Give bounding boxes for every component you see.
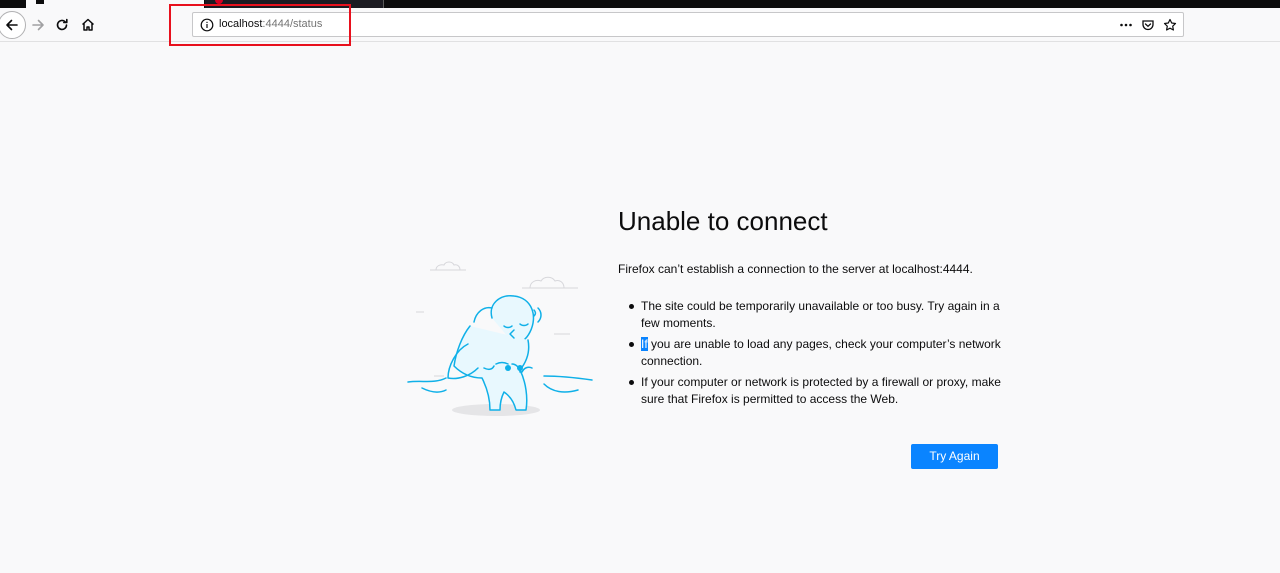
arrow-left-icon (6, 19, 18, 31)
reload-button[interactable] (48, 11, 76, 39)
pocket-icon (1142, 20, 1154, 31)
tab-separator (383, 0, 384, 8)
star-icon (1163, 18, 1177, 31)
error-intro: Firefox can’t establish a connection to … (618, 262, 973, 276)
disconnected-dinosaur-illustration (407, 261, 593, 416)
try-again-button[interactable]: Try Again (911, 444, 998, 469)
bookmark-button[interactable] (1161, 16, 1179, 34)
reason-text: you are unable to load any pages, check … (641, 337, 1001, 368)
home-button[interactable] (74, 11, 102, 39)
selected-text: If (641, 337, 648, 351)
pocket-button[interactable] (1139, 16, 1157, 34)
list-item: The site could be temporarily unavailabl… (629, 298, 1008, 332)
error-content: Unable to connect Firefox can’t establis… (618, 204, 1008, 412)
reload-icon (56, 18, 68, 31)
url-highlight-annotation (169, 4, 351, 46)
list-item: If you are unable to load any pages, che… (629, 336, 1008, 370)
error-title: Unable to connect (618, 206, 828, 236)
more-icon (1120, 23, 1132, 27)
page-actions-button[interactable] (1117, 16, 1135, 34)
tab-favicon-icon (36, 0, 44, 4)
back-button[interactable] (0, 11, 26, 39)
list-item: If your computer or network is protected… (629, 374, 1008, 408)
arrow-right-icon (32, 19, 44, 31)
reason-text: The site could be temporarily unavailabl… (641, 299, 1000, 330)
error-reasons-list: The site could be temporarily unavailabl… (618, 298, 1008, 408)
page-actions (1117, 16, 1179, 34)
reason-text: If your computer or network is protected… (641, 375, 1001, 406)
home-icon (81, 18, 95, 31)
tab-title-stub (66, 0, 196, 3)
